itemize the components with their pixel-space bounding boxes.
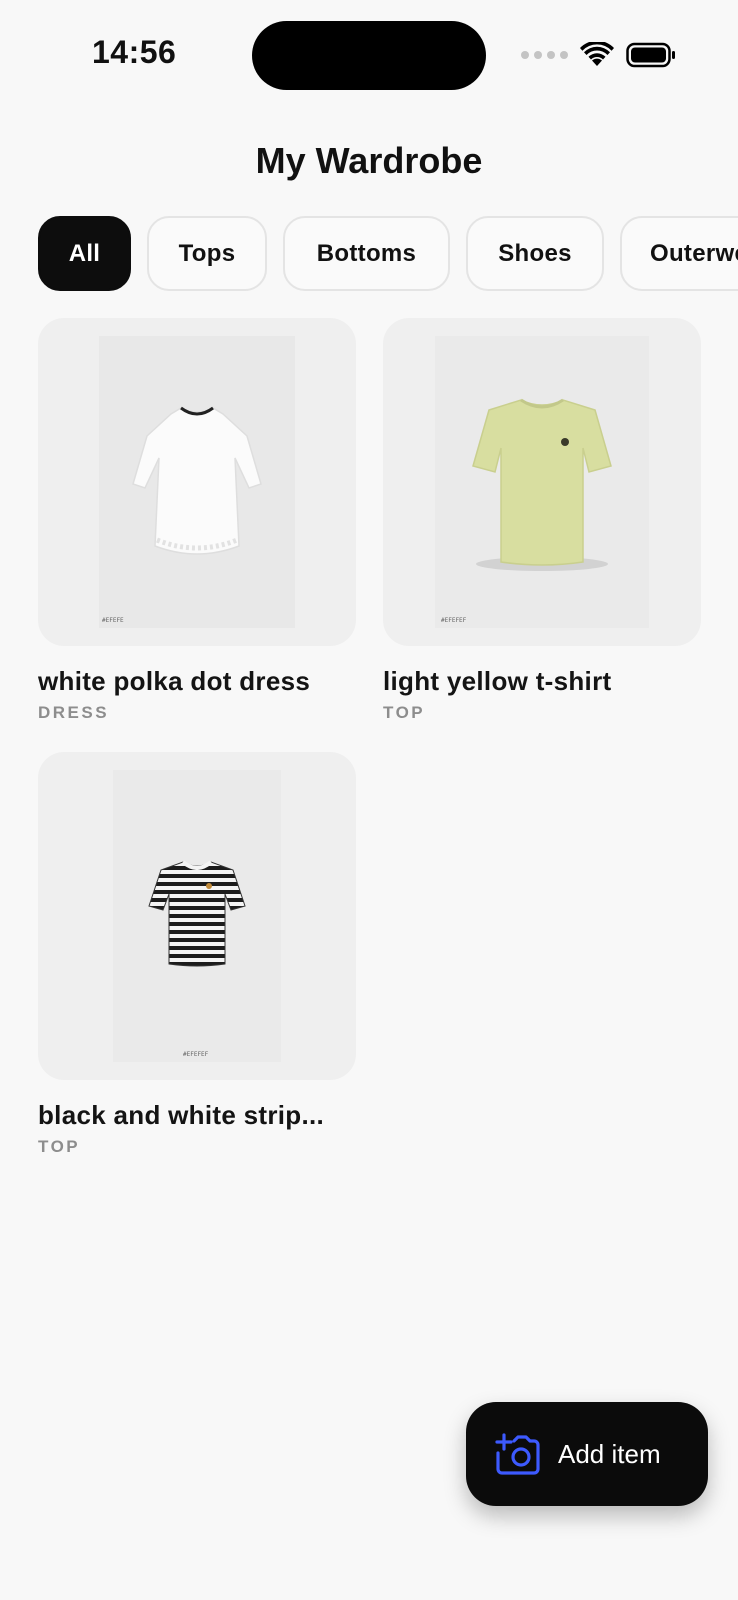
add-item-button[interactable]: Add item <box>466 1402 708 1506</box>
striped-tshirt-image <box>113 770 281 1062</box>
item-name: black and white strip... <box>38 1100 325 1130</box>
wardrobe-item-card[interactable]: #EFEFEF light yellow t-shirt TOP <box>383 318 701 723</box>
item-category: TOP <box>38 1137 81 1156</box>
page-title: My Wardrobe <box>255 140 483 181</box>
wardrobe-item-card[interactable]: #EFEFEF black and white strip... TOP <box>38 752 356 1157</box>
add-photo-camera-icon <box>494 1433 540 1475</box>
dynamic-island <box>252 21 486 90</box>
tshirt-image <box>435 336 649 628</box>
wardrobe-screen: 14:56 My Wardrobe All Tops Bottoms Shoes… <box>0 0 738 1600</box>
photo-color-tag: #EFEFEF <box>183 1051 209 1058</box>
photo-color-tag: #EFEFEF <box>441 617 467 624</box>
item-photo-frame: #EFEFEF <box>383 318 701 646</box>
battery-icon <box>626 42 676 68</box>
filter-chip-bottoms[interactable]: Bottoms <box>283 216 450 291</box>
wardrobe-item-card[interactable]: #EFEFE white polka dot dress DRESS <box>38 318 356 723</box>
filter-chip-tops[interactable]: Tops <box>147 216 267 291</box>
item-photo-frame: #EFEFE <box>38 318 356 646</box>
item-photo: #EFEFEF <box>113 770 281 1062</box>
filter-chip-outerwear[interactable]: Outerwear <box>620 216 738 291</box>
cellular-signal-icon <box>521 51 568 59</box>
item-name: light yellow t-shirt <box>383 666 612 696</box>
status-time: 14:56 <box>92 34 177 70</box>
filter-chip-shoes[interactable]: Shoes <box>466 216 604 291</box>
wifi-icon <box>580 42 614 68</box>
item-photo-frame: #EFEFEF <box>38 752 356 1080</box>
filter-chip-all[interactable]: All <box>38 216 131 291</box>
dress-image <box>99 336 295 628</box>
status-indicators <box>521 38 676 72</box>
item-photo: #EFEFEF <box>435 336 649 628</box>
photo-color-tag: #EFEFE <box>102 617 124 624</box>
item-photo: #EFEFE <box>99 336 295 628</box>
item-category: DRESS <box>38 703 110 722</box>
add-item-label: Add item <box>558 1438 661 1469</box>
item-name: white polka dot dress <box>38 666 311 696</box>
category-filter-bar: All Tops Bottoms Shoes Outerwear <box>38 216 738 291</box>
item-category: TOP <box>383 703 426 722</box>
